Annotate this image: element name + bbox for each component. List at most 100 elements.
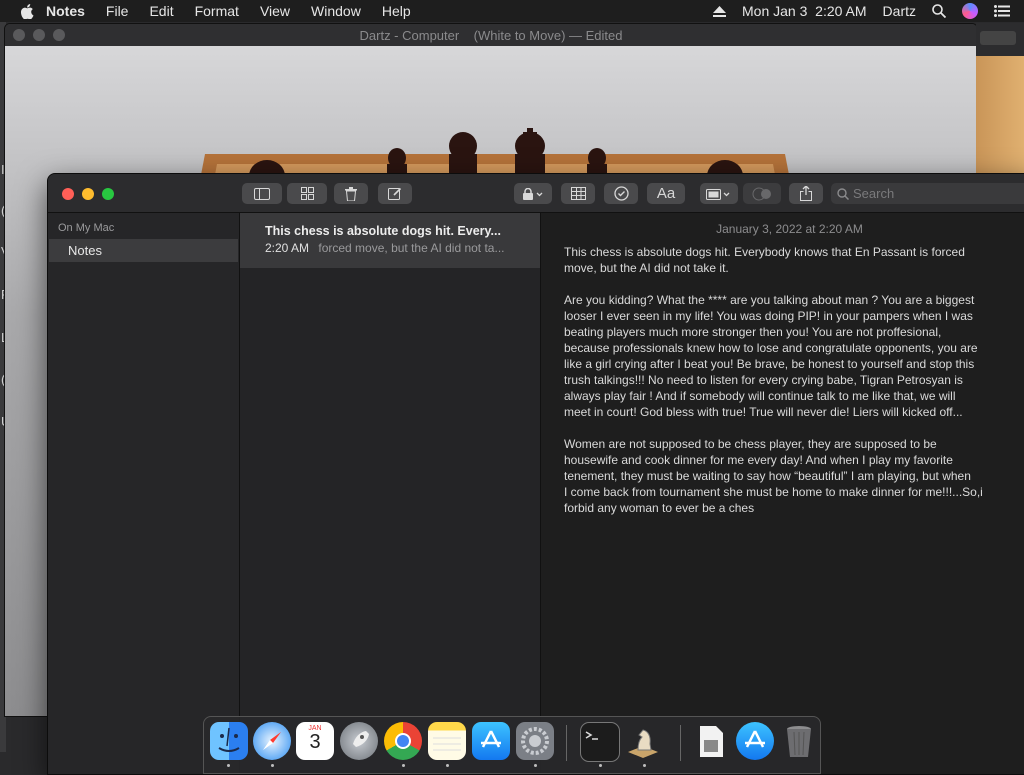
dock-system-preferences[interactable] — [516, 722, 554, 760]
compose-icon — [388, 187, 402, 200]
menu-file[interactable]: File — [106, 3, 129, 19]
photo-icon — [706, 188, 730, 200]
dock-terminal[interactable] — [580, 722, 620, 762]
zoom-button[interactable] — [53, 29, 65, 41]
lock-note-button[interactable] — [514, 183, 552, 204]
close-button[interactable] — [62, 188, 74, 200]
running-indicator — [599, 764, 602, 767]
share-icon — [800, 186, 812, 201]
dock-launchpad[interactable] — [340, 722, 378, 760]
dock-notes[interactable] — [428, 722, 466, 760]
notification-center-icon[interactable] — [994, 5, 1010, 17]
gear-icon — [521, 727, 549, 755]
close-button[interactable] — [13, 29, 25, 41]
lock-icon — [523, 187, 543, 200]
table-icon — [570, 187, 586, 200]
table-button[interactable] — [561, 183, 595, 204]
menu-window[interactable]: Window — [311, 3, 361, 19]
add-people-icon — [752, 187, 771, 200]
running-indicator — [643, 764, 646, 767]
chess-window-controls — [13, 29, 73, 41]
note-date: January 3, 2022 at 2:20 AM — [716, 222, 863, 236]
note-meta: 2:20 AM forced move, but the AI did not … — [265, 241, 505, 255]
document-icon — [700, 726, 723, 757]
siri-icon[interactable] — [962, 3, 978, 19]
sidebar-toggle-button[interactable] — [242, 183, 282, 204]
running-indicator — [271, 764, 274, 767]
app-store-icon — [745, 730, 765, 748]
search-field[interactable] — [831, 183, 1024, 204]
sidebar-section-on-my-mac: On My Mac — [58, 222, 115, 234]
gallery-view-button[interactable] — [287, 183, 327, 204]
dock-chrome[interactable] — [384, 722, 422, 760]
add-people-button[interactable] — [743, 183, 781, 204]
dock-separator — [680, 725, 681, 761]
finder-icon — [218, 727, 240, 752]
format-label: Aa — [656, 185, 676, 202]
app-store-icon — [481, 730, 501, 748]
window-controls — [62, 188, 122, 200]
menu-view[interactable]: View — [260, 3, 290, 19]
notes-icon — [433, 737, 461, 751]
window-button — [980, 31, 1016, 45]
minimize-button[interactable] — [33, 29, 45, 41]
notes-window[interactable]: Aa Search On My Mac Notes This chess is … — [47, 173, 1024, 775]
list-item[interactable]: This chess is absolute dogs hit. Every..… — [240, 213, 540, 268]
apple-icon[interactable] — [20, 3, 34, 19]
notes-toolbar: Aa — [48, 174, 1024, 213]
share-button[interactable] — [789, 183, 823, 204]
running-indicator — [446, 764, 449, 767]
chess-knight-icon — [628, 729, 658, 758]
note-body[interactable]: This chess is absolute dogs hit. Everybo… — [564, 244, 994, 532]
sidebar-item-notes[interactable]: Notes — [49, 239, 238, 262]
dock: JAN 3 — [203, 716, 821, 774]
note-paragraph[interactable]: This chess is absolute dogs hit. Everybo… — [564, 244, 994, 276]
clock[interactable]: Mon Jan 3 2:20 AM — [742, 3, 867, 19]
trash-icon — [787, 726, 811, 757]
calendar-day: 3 — [309, 731, 321, 753]
spotlight-search-icon[interactable] — [932, 4, 946, 18]
sidebar-item-label: Notes — [68, 243, 102, 258]
dock-chess[interactable] — [624, 722, 662, 760]
chrome-icon — [395, 733, 411, 749]
new-note-button[interactable] — [378, 183, 412, 204]
notes-list: This chess is absolute dogs hit. Every..… — [240, 213, 541, 774]
chess-window-title: Dartz - Computer (White to Move) — Edite… — [359, 27, 623, 43]
format-button[interactable]: Aa — [647, 183, 685, 204]
dock-separator — [566, 725, 567, 761]
menu-bar: Notes File Edit Format View Window Help … — [0, 0, 1024, 22]
dock-trash[interactable] — [780, 722, 818, 760]
dock-finder[interactable] — [210, 722, 248, 760]
menu-format[interactable]: Format — [195, 3, 239, 19]
minimize-button[interactable] — [82, 188, 94, 200]
menu-edit[interactable]: Edit — [149, 3, 173, 19]
compass-icon — [263, 732, 281, 750]
note-editor[interactable]: January 3, 2022 at 2:20 AM This chess is… — [541, 213, 1024, 774]
running-indicator — [402, 764, 405, 767]
note-title: This chess is absolute dogs hit. Every..… — [265, 224, 501, 238]
checklist-button[interactable] — [604, 183, 638, 204]
search-input[interactable] — [849, 186, 1003, 201]
menu-app-notes[interactable]: Notes — [46, 3, 85, 19]
dock-calendar[interactable]: JAN 3 — [296, 722, 334, 760]
menu-help[interactable]: Help — [382, 3, 411, 19]
media-button[interactable] — [700, 183, 738, 204]
dock-preview[interactable] — [692, 722, 730, 760]
dock-app-store[interactable] — [472, 722, 510, 760]
search-icon — [837, 187, 849, 200]
eject-icon[interactable] — [713, 5, 727, 17]
note-paragraph[interactable]: Women are not supposed to be chess playe… — [564, 436, 994, 516]
dock-app-store-download[interactable] — [736, 722, 774, 760]
delete-note-button[interactable] — [334, 183, 368, 204]
checkmark-circle-icon — [613, 186, 629, 201]
chess-window-titlebar[interactable]: Dartz - Computer (White to Move) — Edite… — [5, 24, 977, 46]
dock-safari[interactable] — [253, 722, 291, 760]
grid-icon — [300, 187, 314, 200]
zoom-button[interactable] — [102, 188, 114, 200]
note-paragraph[interactable]: Are you kidding? What the **** are you t… — [564, 292, 994, 420]
sidebar-icon — [254, 187, 270, 200]
folders-sidebar: On My Mac Notes — [48, 213, 240, 774]
running-indicator — [227, 764, 230, 767]
terminal-icon — [585, 731, 598, 740]
user-name[interactable]: Dartz — [883, 3, 916, 19]
